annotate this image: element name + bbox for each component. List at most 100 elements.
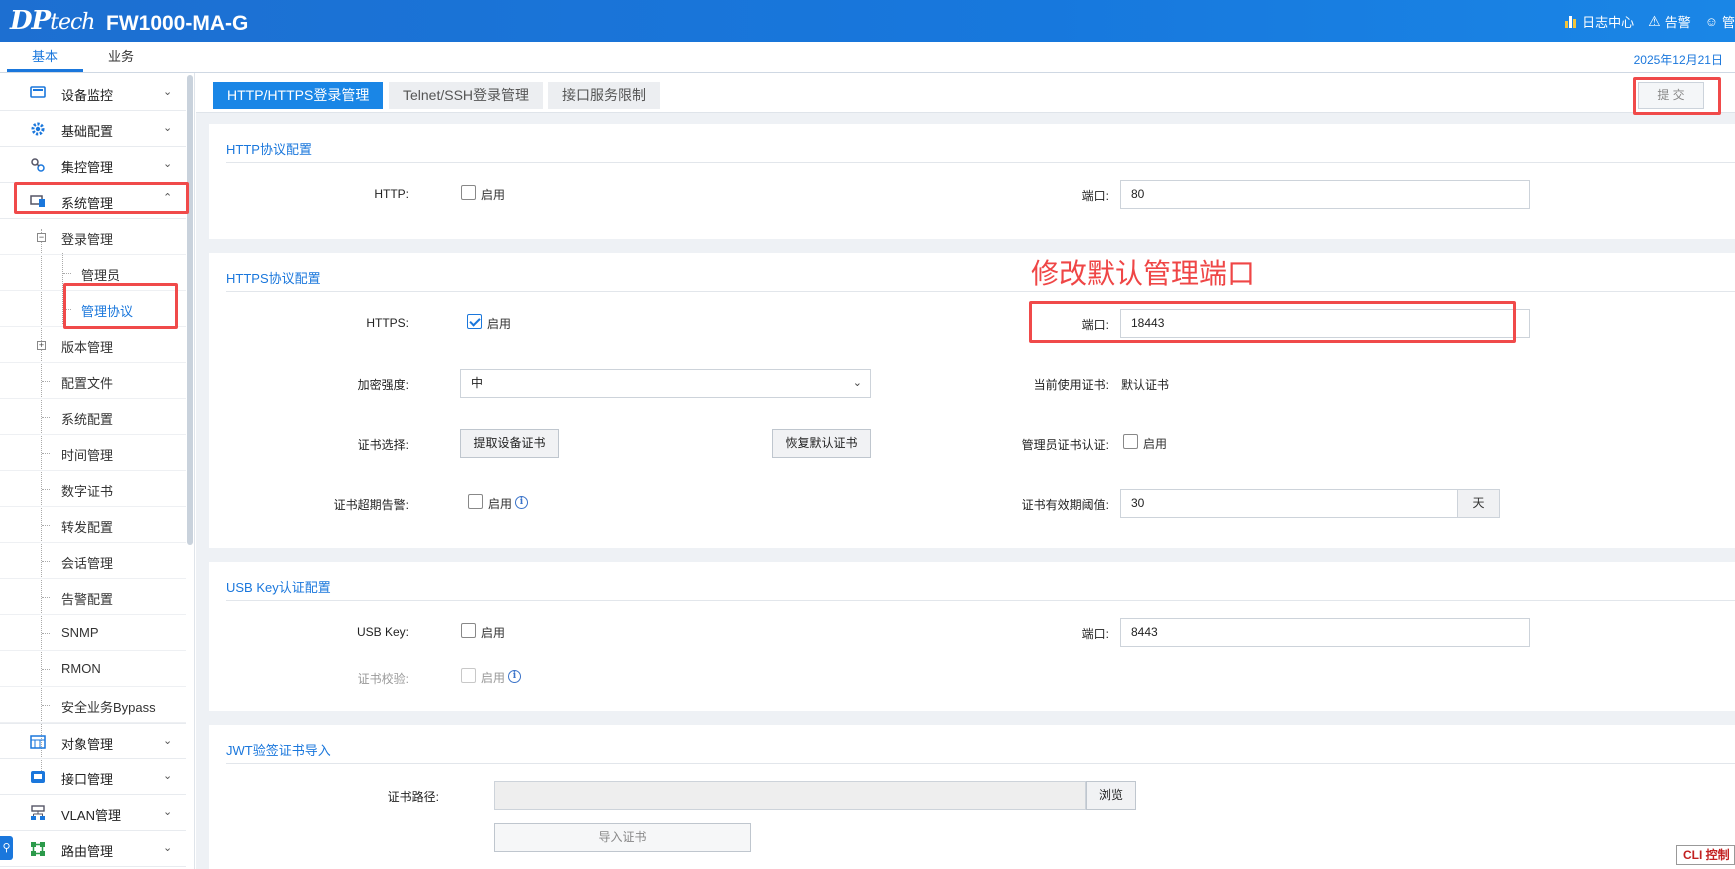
sidebar-item[interactable]: 会话管理	[0, 543, 186, 579]
unit-days: 天	[1457, 490, 1499, 517]
sidebar-group-cluster[interactable]: 集控管理 ⌄	[0, 147, 186, 183]
current-cert-value: 默认证书	[1121, 378, 1170, 392]
cert-path-label: 证书路径:	[387, 790, 439, 804]
sidebar-item[interactable]: 转发配置	[0, 507, 186, 543]
dptech-logo: DPtech	[10, 6, 95, 36]
usbkey-enable-checkbox[interactable]	[461, 623, 476, 638]
user-menu[interactable]: ☺ 管	[1705, 12, 1735, 31]
usbkey-port-label: 端口:	[1081, 627, 1109, 641]
top-bar: DPtech FW1000-MA-G 日志中心 ⚠ 告警 ☺ 管	[0, 0, 1735, 42]
fetch-cert-button[interactable]: 提取设备证书	[460, 429, 559, 458]
sidebar-item[interactable]: RMON	[0, 651, 186, 687]
browse-button[interactable]: 浏览	[1086, 781, 1136, 810]
restore-cert-button[interactable]: 恢复默认证书	[772, 429, 871, 458]
user-icon: ☺	[1704, 14, 1718, 29]
expand-icon[interactable]: +	[37, 341, 46, 350]
sidebar: 设备监控 ⌄ 基础配置 ⌄ 集控管理 ⌄ 系统管理 ⌃ − 登录管理 管理员 管…	[0, 73, 195, 869]
cert-path-input[interactable]	[494, 781, 1086, 810]
cluster-icon	[31, 158, 45, 172]
admin-cert-auth-label: 管理员证书认证:	[1021, 438, 1109, 452]
device-model: FW1000-MA-G	[106, 12, 249, 35]
sidebar-item[interactable]: 安全业务Bypass	[0, 687, 186, 723]
usbkey-label: USB Key:	[356, 625, 409, 639]
vlan-icon	[31, 805, 45, 820]
sidebar-item[interactable]: 告警配置	[0, 579, 186, 615]
https-panel: HTTPS协议配置 HTTPS: 启用 端口: 18443 加密强度: 中 ⌄ …	[209, 253, 1735, 548]
gear-icon	[31, 122, 45, 136]
http-port-label: 端口:	[1081, 189, 1109, 203]
sidebar-item[interactable]: 配置文件	[0, 363, 186, 399]
http-panel: HTTP协议配置 HTTP: 启用 端口: 80	[209, 124, 1735, 239]
https-panel-title: HTTPS协议配置	[226, 271, 321, 286]
chevron-down-icon: ⌄	[163, 806, 173, 818]
cipher-label: 加密强度:	[357, 378, 409, 392]
http-panel-title: HTTP协议配置	[226, 142, 312, 157]
https-enable-checkbox[interactable]	[467, 314, 482, 329]
cipher-select[interactable]: 中 ⌄	[460, 369, 871, 398]
cert-check-label: 证书校验:	[357, 672, 409, 686]
sidebar-item[interactable]: 时间管理	[0, 435, 186, 471]
alarm-link[interactable]: ⚠ 告警	[1648, 12, 1691, 31]
search-icon[interactable]: ⚲	[0, 836, 13, 860]
tab-interface-service[interactable]: 接口服务限制	[548, 82, 660, 109]
tab-http-https[interactable]: HTTP/HTTPS登录管理	[213, 82, 384, 109]
import-cert-button[interactable]: 导入证书	[494, 823, 751, 852]
highlight-submit	[1633, 77, 1721, 115]
monitor-icon	[30, 86, 46, 98]
warning-icon: ⚠	[1648, 13, 1661, 29]
chevron-down-icon: ⌄	[163, 735, 173, 747]
tab-telnet-ssh[interactable]: Telnet/SSH登录管理	[389, 82, 544, 109]
info-icon[interactable]: i	[508, 670, 521, 683]
chevron-down-icon: ⌄	[163, 122, 173, 134]
chevron-down-icon: ⌄	[163, 770, 173, 782]
main-content: HTTP/HTTPS登录管理 Telnet/SSH登录管理 接口服务限制 提 交…	[196, 73, 1735, 869]
main-tab-bar: 基本 业务 2025年12月21日	[0, 42, 1735, 73]
sidebar-scrollbar[interactable]	[187, 75, 193, 545]
sidebar-item-login-mgmt[interactable]: − 登录管理	[0, 219, 186, 255]
sidebar-item-version-mgmt[interactable]: + 版本管理	[0, 327, 186, 363]
current-cert-label: 当前使用证书:	[1033, 378, 1109, 392]
route-icon	[31, 842, 45, 856]
usbkey-panel: USB Key认证配置 USB Key: 启用 端口: 8443 证书校验: 启…	[209, 562, 1735, 711]
tab-business[interactable]: 业务	[83, 42, 159, 72]
chevron-down-icon: ⌄	[163, 86, 173, 98]
info-icon[interactable]: i	[515, 496, 528, 509]
sidebar-group-interface-mgmt[interactable]: 接口管理 ⌄	[0, 759, 186, 795]
sidebar-group-device-monitor[interactable]: 设备监控 ⌄	[0, 75, 186, 111]
http-port-input[interactable]: 80	[1120, 180, 1530, 209]
object-icon	[30, 735, 46, 749]
sidebar-item[interactable]: 系统配置	[0, 399, 186, 435]
cert-expire-alarm-checkbox[interactable]	[468, 494, 483, 509]
sidebar-group-route-mgmt[interactable]: 路由管理 ⌄	[0, 831, 186, 867]
usbkey-panel-title: USB Key认证配置	[226, 580, 331, 595]
chevron-down-icon: ⌄	[163, 158, 173, 170]
tab-basic[interactable]: 基本	[7, 42, 83, 72]
https-label: HTTPS:	[366, 316, 409, 330]
highlight-mgmt-protocol	[63, 283, 178, 329]
usbkey-port-input[interactable]: 8443	[1120, 618, 1530, 647]
log-center-link[interactable]: 日志中心	[1565, 12, 1634, 31]
collapse-icon[interactable]: −	[37, 233, 46, 242]
admin-cert-auth-checkbox[interactable]	[1123, 434, 1138, 449]
http-enable-checkbox[interactable]	[461, 185, 476, 200]
cert-validity-input[interactable]: 30 天	[1120, 489, 1500, 518]
cert-expire-alarm-label: 证书超期告警:	[333, 498, 409, 512]
sidebar-group-object-mgmt[interactable]: 对象管理 ⌄	[0, 723, 186, 759]
cli-console-button[interactable]: CLI 控制	[1676, 845, 1735, 865]
sidebar-item[interactable]: 数字证书	[0, 471, 186, 507]
sidebar-group-basic-config[interactable]: 基础配置 ⌄	[0, 111, 186, 147]
jwt-panel-title: JWT验签证书导入	[226, 743, 331, 758]
sidebar-group-vlan-mgmt[interactable]: VLAN管理 ⌄	[0, 795, 186, 831]
cert-check-checkbox[interactable]	[461, 668, 476, 683]
sub-tab-bar: HTTP/HTTPS登录管理 Telnet/SSH登录管理 接口服务限制 提 交	[196, 73, 1735, 115]
chevron-down-icon: ⌄	[852, 377, 862, 389]
jwt-panel: JWT验签证书导入 证书路径: 浏览 导入证书	[209, 725, 1735, 869]
http-label: HTTP:	[374, 187, 409, 201]
highlight-https-port	[1029, 301, 1516, 343]
sidebar-item[interactable]: SNMP	[0, 615, 186, 651]
bar-chart-icon	[1565, 15, 1578, 28]
top-actions: 日志中心 ⚠ 告警 ☺ 管	[1565, 12, 1735, 31]
cert-validity-label: 证书有效期阈值:	[1021, 498, 1109, 512]
interface-icon	[31, 771, 45, 783]
chevron-down-icon: ⌄	[163, 842, 173, 854]
